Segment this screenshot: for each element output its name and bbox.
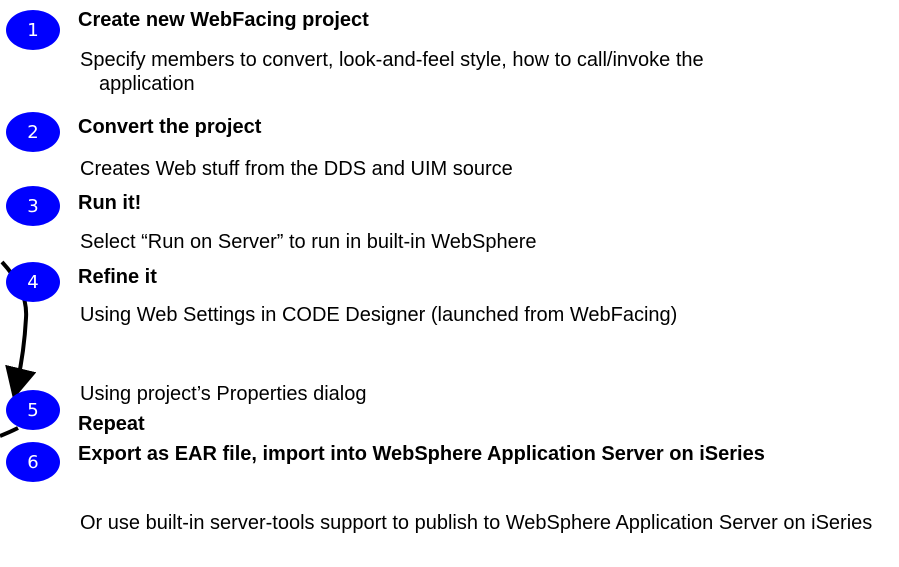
step-number: 5 bbox=[27, 399, 39, 421]
step-1-description: Specify members to convert, look-and-fee… bbox=[80, 49, 704, 95]
step-number: 4 bbox=[27, 271, 39, 293]
step-4-badge: 4 bbox=[6, 262, 60, 302]
step-6-title: Export as EAR file, import into WebSpher… bbox=[78, 442, 893, 466]
step-1-title: Create new WebFacing project bbox=[78, 9, 369, 31]
step-5-badge: 5 bbox=[6, 390, 60, 430]
step-number: 3 bbox=[27, 195, 39, 217]
step-4-title: Refine it bbox=[78, 266, 157, 288]
step-3-badge: 3 bbox=[6, 186, 60, 226]
step-4-description-2: Using project’s Properties dialog bbox=[80, 383, 367, 405]
step-4-description-1: Using Web Settings in CODE Designer (lau… bbox=[80, 304, 678, 326]
step-6-title-text: Export as EAR file, import into WebSpher… bbox=[78, 443, 765, 465]
step-3-description: Select “Run on Server” to run in built-i… bbox=[80, 231, 537, 253]
step-2-title: Convert the project bbox=[78, 116, 262, 138]
step-number: 2 bbox=[27, 121, 39, 143]
step-3-title: Run it! bbox=[78, 192, 142, 214]
step-6-description: Or use built-in server-tools support to … bbox=[80, 512, 873, 534]
step-6-badge: 6 bbox=[6, 442, 60, 482]
step-5-title: Repeat bbox=[78, 413, 145, 435]
step-number: 1 bbox=[27, 19, 39, 41]
step-number: 6 bbox=[27, 451, 39, 473]
loop-arrow-5-to-6 bbox=[0, 426, 19, 438]
step-1-badge: 1 bbox=[6, 10, 60, 50]
step-2-badge: 2 bbox=[6, 112, 60, 152]
step-2-description: Creates Web stuff from the DDS and UIM s… bbox=[80, 158, 513, 180]
